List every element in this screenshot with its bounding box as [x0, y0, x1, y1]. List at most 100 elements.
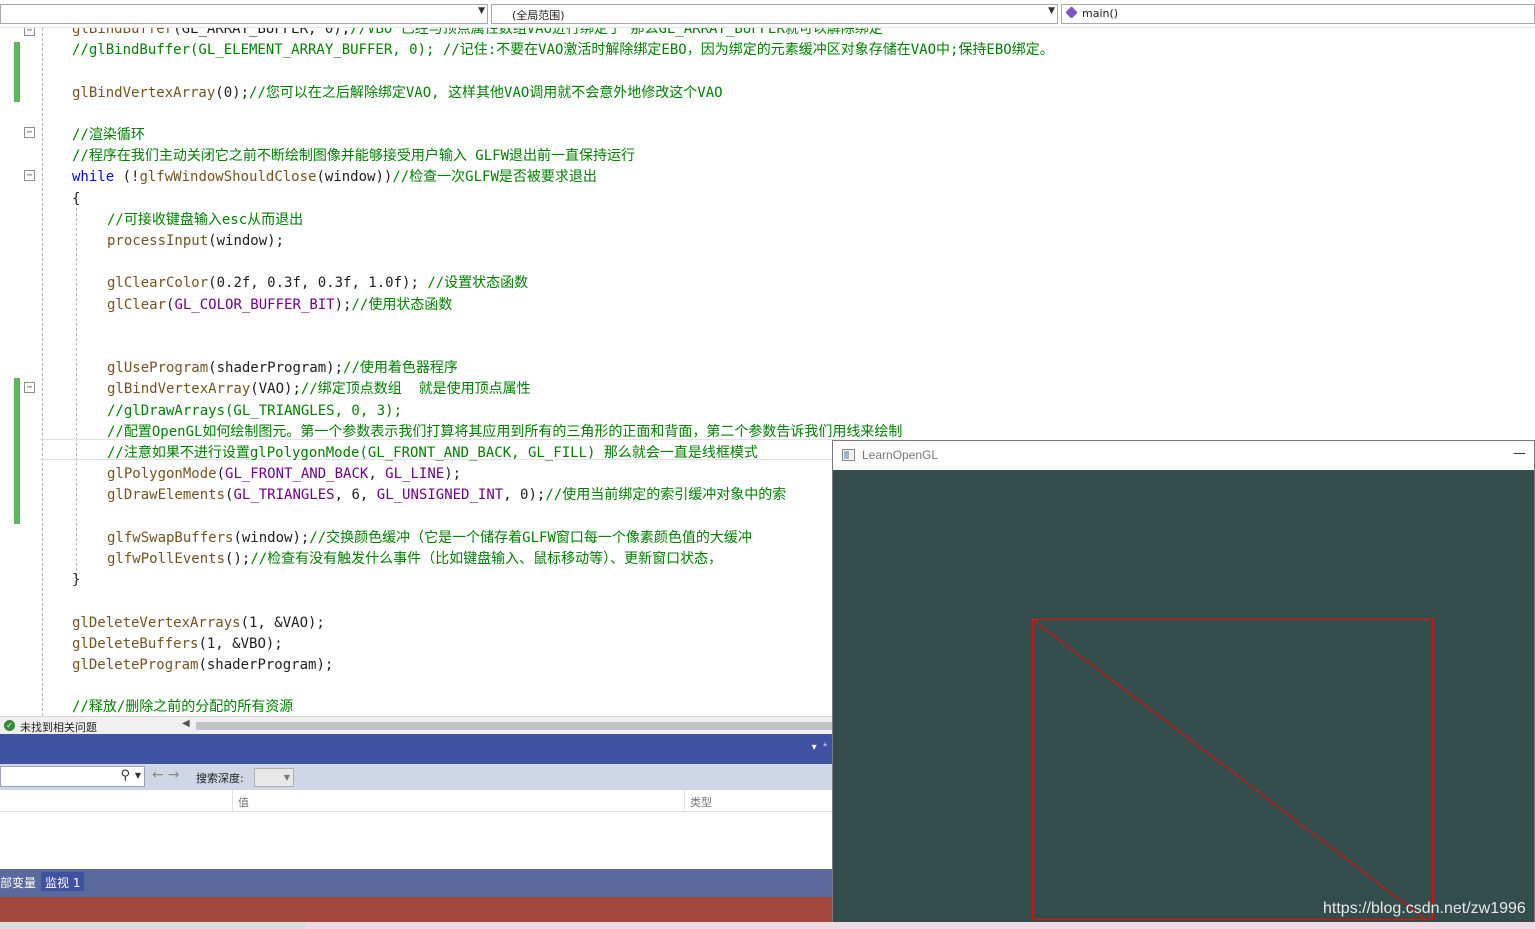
wireframe-diagonal [1032, 619, 1426, 920]
code-line[interactable]: glBindVertexArray(VAO);//绑定顶点数组 就是使用顶点属性 [107, 379, 531, 400]
code-token: //可接收键盘输入esc从而退出 [107, 211, 304, 228]
tab-locals[interactable]: 部变量 [0, 872, 40, 891]
code-line[interactable]: glUseProgram(shaderProgram);//使用着色器程序 [107, 358, 458, 379]
scroll-left-icon[interactable]: ◀ [182, 718, 190, 729]
code-token: //glBindBuffer(GL_ELEMENT_ARRAY_BUFFER, … [72, 42, 1054, 59]
code-line[interactable]: //释放/删除之前的分配的所有资源 [72, 697, 293, 716]
chevron-down-icon: ▼ [1048, 6, 1055, 16]
watch-search-input[interactable]: ⚲ ▼ [0, 766, 145, 787]
minimize-icon[interactable]: — [1513, 446, 1526, 461]
code-token: (GL_ARRAY_BUFFER, 0); [173, 28, 351, 37]
window-app-icon [842, 449, 855, 461]
issues-status: 未找到相关问题 [20, 721, 97, 734]
code-line[interactable]: //注意如果不进行设置glPolygonMode(GL_FRONT_AND_BA… [107, 443, 758, 464]
code-token: (! [114, 169, 140, 186]
value-column-header[interactable]: 值 [238, 794, 249, 810]
code-line[interactable]: //渲染循环 [72, 125, 145, 146]
code-token: (0.2f, 0.3f, 0.3f, 1.0f); [208, 275, 428, 292]
code-line[interactable]: glBindBuffer(GL_ARRAY_BUFFER, 0);//VBO 已… [72, 28, 883, 40]
code-line[interactable]: } [72, 570, 80, 591]
code-token: (window); [233, 529, 310, 546]
function-dropdown[interactable]: main() [1061, 4, 1535, 24]
code-line[interactable]: glDeleteProgram(shaderProgram); [72, 655, 333, 676]
code-token: glBindVertexArray [107, 381, 251, 398]
fold-toggle[interactable]: − [24, 28, 35, 36]
code-token: glBindVertexArray [72, 84, 216, 101]
code-token: //配置OpenGL如何绘制图元。第一个参数表示我们打算将其应用到所有的三角形的… [107, 423, 903, 440]
code-token: while [72, 169, 115, 186]
code-token: processInput [107, 233, 209, 249]
code-line[interactable]: glfwSwapBuffers(window);//交换颜色缓冲（它是一个储存着… [107, 528, 752, 549]
code-token: (shaderProgram); [208, 360, 344, 377]
code-token: //使用当前绑定的索引缓冲对象中的索 [545, 487, 787, 504]
scope-label: (全局范围) [512, 9, 565, 22]
code-token: GL_TRIANGLES [233, 487, 335, 504]
code-line[interactable]: //配置OpenGL如何绘制图元。第一个参数表示我们打算将其应用到所有的三角形的… [107, 422, 902, 443]
code-token: //您可以在之后解除绑定VAO, 这样其他VAO调用就不会意外地修改这个VAO [249, 84, 723, 101]
fold-toggle[interactable]: − [24, 170, 35, 181]
search-depth-label: 搜索深度: [196, 772, 244, 785]
code-token: //使用着色器程序 [343, 360, 458, 377]
code-token: ); [334, 296, 352, 313]
code-token: //程序在我们主动关闭它之前不断绘制图像并能够接受用户输入 GLFW退出前一直保… [72, 148, 635, 165]
code-token: //检查一次GLFW是否被要求退出 [392, 169, 597, 186]
search-icon[interactable]: ⚲ [120, 768, 130, 783]
search-nav-arrows-icon[interactable]: ←→ [152, 767, 183, 783]
watch-grid-body[interactable] [0, 812, 833, 869]
code-line[interactable]: while (!glfwWindowShouldClose(window))//… [72, 167, 597, 188]
code-line[interactable]: glDrawElements(GL_TRIANGLES, 6, GL_UNSIG… [107, 485, 786, 506]
code-line[interactable]: glClear(GL_COLOR_BUFFER_BIT);//使用状态函数 [107, 295, 452, 316]
code-line[interactable]: glfwPollEvents();//检查有没有触发什么事件（比如键盘输入、鼠标… [107, 549, 722, 570]
code-token: //glDrawArrays(GL_TRIANGLES, 0, 3); [107, 402, 403, 419]
code-line[interactable]: //程序在我们主动关闭它之前不断绘制图像并能够接受用户输入 GLFW退出前一直保… [72, 146, 635, 167]
search-depth-select[interactable]: ▼ [254, 768, 294, 787]
code-token: GL_FRONT_AND_BACK [225, 466, 369, 483]
chevron-down-icon[interactable]: ▼ [135, 771, 141, 780]
watch-toolbar: ⚲ ▼ ←→ 搜索深度: ▼ [0, 764, 833, 790]
code-token: , [368, 466, 386, 483]
tab-watch-1[interactable]: 监视 1 [41, 872, 85, 891]
code-token: //使用状态函数 [351, 296, 453, 313]
code-line[interactable]: glPolygonMode(GL_FRONT_AND_BACK, GL_LINE… [107, 464, 461, 485]
code-token: //交换颜色缓冲（它是一个储存着GLFW窗口每一个像素颜色值的大缓冲 [309, 529, 752, 546]
code-token: GL_LINE [385, 466, 445, 483]
code-token: GL_UNSIGNED_INT [376, 487, 504, 504]
code-line[interactable]: glBindVertexArray(0);//您可以在之后解除绑定VAO, 这样… [72, 83, 723, 104]
column-separator[interactable] [232, 790, 233, 812]
fold-toggle[interactable]: − [24, 382, 35, 393]
navigation-bar: ▼ (全局范围) ▼ main() [0, 0, 1535, 28]
code-line[interactable]: //glBindBuffer(GL_ELEMENT_ARRAY_BUFFER, … [72, 40, 1054, 61]
panel-options-icon[interactable]: ▾ ᗮ [812, 742, 827, 753]
code-token: //VBO 已经与顶点属性数组VAO进行绑定了 那么GL_ARRAY_BUFFE… [350, 28, 883, 37]
function-cube-icon [1065, 6, 1078, 19]
column-separator[interactable] [684, 790, 685, 812]
code-line[interactable]: glDeleteVertexArrays(1, &VAO); [72, 613, 325, 634]
horizontal-scrollbar[interactable] [196, 722, 832, 730]
code-token: (1, &VAO); [240, 614, 325, 631]
code-token: (window)) [316, 169, 393, 186]
project-dropdown[interactable]: ▼ [0, 4, 488, 24]
render-canvas[interactable] [833, 470, 1534, 922]
watch-panel-title: ▾ ᗮ [0, 734, 833, 764]
code-token: (window); [208, 233, 285, 249]
code-token: glBindBuffer [72, 28, 174, 37]
scope-dropdown[interactable]: (全局范围) ▼ [491, 4, 1058, 24]
code-line[interactable]: //glDrawArrays(GL_TRIANGLES, 0, 3); [107, 401, 402, 422]
window-titlebar[interactable]: LearnOpenGL — [833, 441, 1534, 470]
learnopengl-window[interactable]: LearnOpenGL — [832, 440, 1535, 922]
type-column-header[interactable]: 类型 [690, 794, 712, 810]
code-token: glDeleteProgram [72, 657, 199, 673]
change-marker [14, 378, 20, 524]
code-line[interactable]: glClearColor(0.2f, 0.3f, 0.3f, 1.0f); //… [107, 273, 528, 294]
indent-guide [42, 28, 43, 716]
code-token: ( [216, 466, 226, 483]
code-line[interactable]: { [72, 189, 80, 210]
code-token: } [72, 572, 81, 589]
code-token: //检查有没有触发什么事件（比如键盘输入、鼠标移动等）、更新窗口状态， [250, 551, 723, 567]
code-line[interactable]: glDeleteBuffers(1, &VBO); [72, 634, 283, 655]
fold-toggle[interactable]: − [24, 127, 35, 138]
code-line[interactable]: processInput(window); [107, 231, 284, 252]
code-token: (1, &VBO); [198, 635, 283, 652]
code-line[interactable]: //可接收键盘输入esc从而退出 [107, 210, 303, 231]
code-token: glfwWindowShouldClose [139, 169, 317, 186]
